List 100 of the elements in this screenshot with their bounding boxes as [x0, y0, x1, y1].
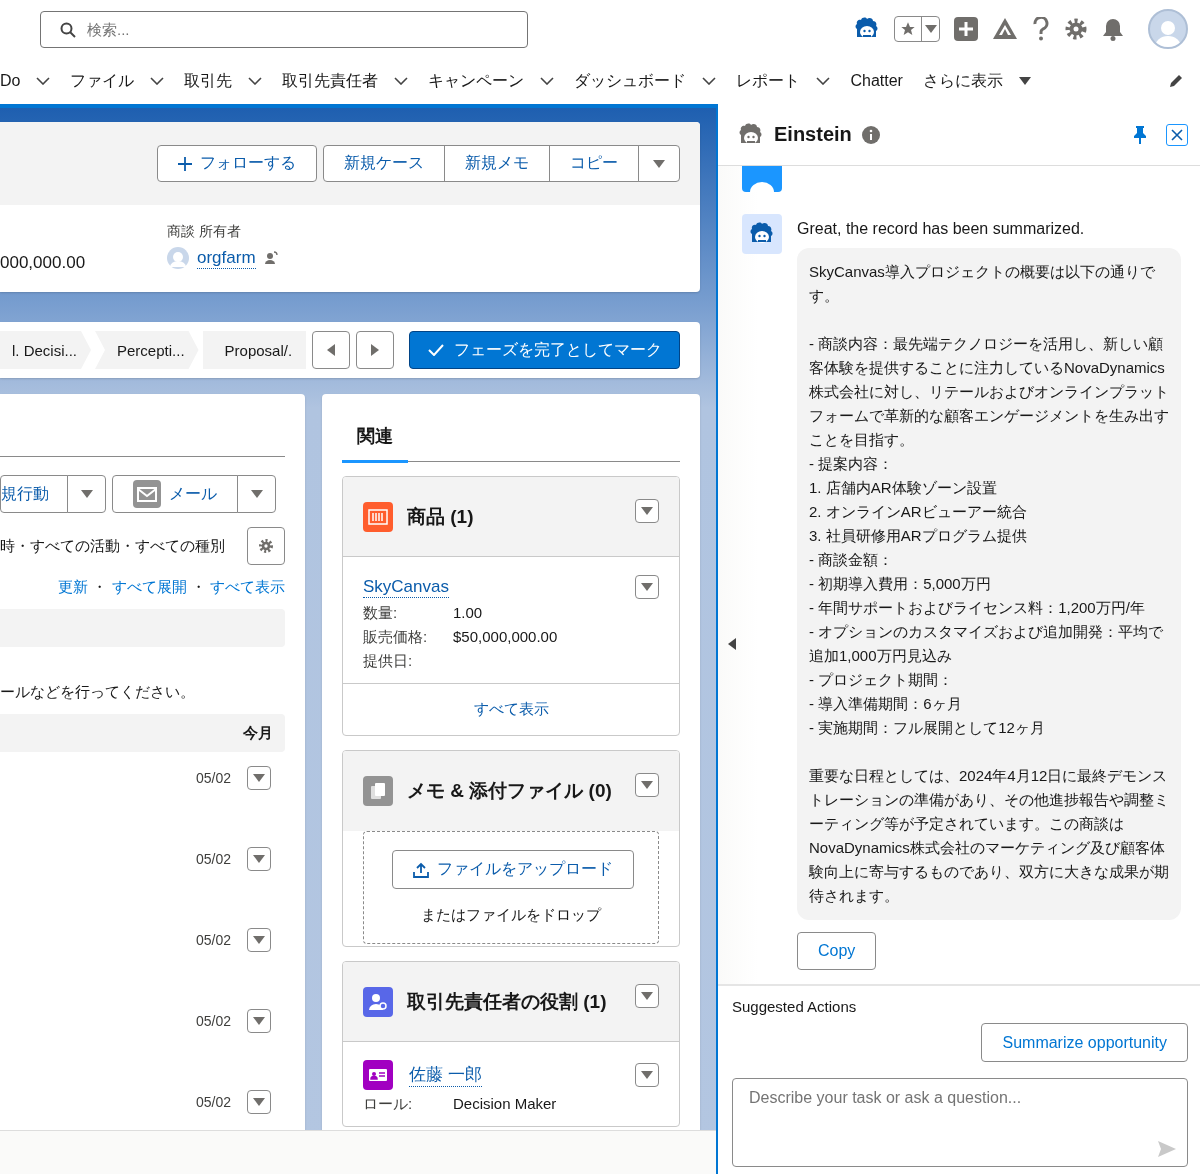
- nav-tab[interactable]: Chatter: [850, 58, 903, 104]
- previous-button[interactable]: [312, 331, 351, 369]
- dropdown-button[interactable]: [237, 475, 276, 513]
- field-label: 提供日:: [363, 651, 414, 671]
- pencil-icon[interactable]: [1168, 73, 1184, 89]
- link[interactable]: 更新: [58, 578, 89, 595]
- card-title: 取引先責任者の役割 (1): [407, 989, 607, 1014]
- favorites-button[interactable]: [894, 16, 940, 42]
- nav-tab[interactable]: さらに表示: [922, 58, 1031, 104]
- caret-down-icon: [253, 1016, 265, 1025]
- help-icon[interactable]: [1032, 17, 1050, 41]
- action-button[interactable]: 新規メモ: [444, 145, 550, 182]
- record-link[interactable]: 佐藤 一郎: [409, 1063, 482, 1087]
- caret-down-icon: [641, 991, 653, 1000]
- owner-link[interactable]: orgfarm: [197, 247, 256, 269]
- copy-button[interactable]: Copy: [797, 932, 877, 970]
- follow-button[interactable]: フォローする: [157, 145, 317, 182]
- action-button[interactable]: 新規ケース: [323, 145, 445, 182]
- group-label: 今月: [243, 723, 273, 743]
- caret-down-icon: [80, 490, 93, 498]
- activity-date: 05/02: [195, 850, 231, 867]
- caret-down-icon: [253, 935, 265, 944]
- next-button[interactable]: [356, 331, 395, 369]
- info-icon[interactable]: [861, 125, 880, 144]
- summary-line: 2. オンラインARビューアー統合: [809, 502, 1028, 522]
- activity-button[interactable]: メール: [112, 475, 238, 513]
- amount-value: 000,000.00: [0, 253, 87, 273]
- link[interactable]: すべて展開: [111, 578, 187, 595]
- settings-icon: [258, 538, 274, 554]
- settings-icon[interactable]: [1064, 17, 1088, 41]
- drop-hint: またはファイルをドロップ: [420, 906, 603, 925]
- summary-line: - プロジェクト期間：: [809, 670, 955, 690]
- caret-left-icon: [327, 344, 336, 356]
- collapse-icon[interactable]: [728, 638, 736, 650]
- dropdown-button[interactable]: [635, 575, 659, 599]
- prompt-field[interactable]: Describe your task or ask a question...: [732, 1078, 1188, 1167]
- dropdown-button[interactable]: [635, 773, 659, 797]
- search-field[interactable]: 検索...: [40, 10, 528, 48]
- close-icon: [1171, 128, 1183, 141]
- field-label: ロール:: [363, 1094, 414, 1114]
- dropdown-button[interactable]: [635, 1063, 659, 1087]
- path-stage[interactable]: Proposal/.: [202, 331, 307, 369]
- nav-tab[interactable]: 取引先: [184, 58, 263, 104]
- summary-line: - 商談金額：: [809, 550, 895, 570]
- activity-date: 05/02: [195, 1012, 231, 1029]
- more-actions-button[interactable]: [638, 145, 680, 182]
- nav-tab[interactable]: 取引先責任者: [282, 58, 409, 104]
- summary-line: - 実施期間：フル展開として12ヶ月: [809, 718, 1046, 738]
- section-label: Suggested Actions: [732, 998, 858, 1015]
- dropdown-button[interactable]: [247, 765, 271, 790]
- field-value: 1.00: [453, 603, 483, 623]
- pin-icon[interactable]: [1134, 125, 1146, 144]
- link[interactable]: すべて表示: [210, 578, 285, 595]
- documents-icon: [363, 776, 393, 806]
- mountain-icon[interactable]: [992, 17, 1018, 41]
- summary-paragraph: 重要な日程としては、2024年4月12日に最終デモンストレーションの準備があり、その他進捗報告や調整ミーティング等が予定されています。この商談はNovaDynamics株式会社のマーケティング及び顧客体験向上に寄与するものであり、双方に大きな成果が期待されます。: [809, 766, 1169, 906]
- nav-tab[interactable]: Do: [0, 58, 51, 104]
- caret-down-icon: [253, 1097, 265, 1106]
- mark-complete-button[interactable]: フェーズを完了としてマーク: [409, 331, 680, 369]
- upload-button[interactable]: ファイルをアップロード: [392, 850, 634, 889]
- view-all-link[interactable]: すべて表示: [473, 700, 549, 717]
- id-card-icon: [363, 1060, 393, 1090]
- dropdown-button[interactable]: [247, 1008, 271, 1033]
- settings-button[interactable]: [247, 527, 285, 565]
- caret-down-icon: [641, 506, 653, 515]
- summary-line: 1. 店舗内AR体験ゾーン設置: [809, 478, 998, 498]
- dropdown-button[interactable]: [635, 983, 659, 1008]
- action-button[interactable]: コピー: [549, 145, 639, 182]
- dropdown-button[interactable]: [247, 1089, 271, 1114]
- caret-down-icon: [641, 1071, 653, 1079]
- summary-line: - 初期導入費用：5,000万円: [809, 574, 992, 594]
- record-link[interactable]: SkyCanvas: [363, 576, 449, 598]
- caret-down-icon: [250, 490, 263, 498]
- activity-date: 05/02: [195, 769, 231, 786]
- activity-button[interactable]: 規行動: [0, 475, 68, 513]
- chevron-down-icon: [816, 77, 831, 85]
- dropdown-button[interactable]: [247, 846, 271, 871]
- add-icon[interactable]: [954, 17, 978, 41]
- summary-line: 3. 社員研修用ARプログラム提供: [809, 526, 1028, 546]
- bell-icon[interactable]: [1102, 17, 1124, 41]
- change-owner-icon[interactable]: [263, 251, 278, 265]
- close-button[interactable]: [1166, 123, 1188, 146]
- chevron-down-icon: [36, 77, 51, 85]
- nav-tab[interactable]: レポート: [736, 58, 831, 104]
- nav-tab[interactable]: ダッシュボード: [574, 58, 717, 104]
- dropdown-button[interactable]: [247, 927, 271, 952]
- related-tab[interactable]: 関連: [342, 420, 408, 463]
- summary-paragraph: SkyCanvas導入プロジェクトの概要は以下の通りです。: [809, 262, 1156, 306]
- dropdown-button[interactable]: [67, 475, 106, 513]
- field-label: 数量:: [363, 603, 399, 623]
- caret-down-icon: [641, 781, 653, 789]
- caret-right-icon: [371, 344, 380, 356]
- dropdown-button[interactable]: [635, 498, 659, 523]
- suggestion-button[interactable]: Summarize opportunity: [981, 1023, 1188, 1062]
- path-stage[interactable]: l. Decisi...: [0, 331, 91, 369]
- chevron-down-icon: [248, 77, 263, 85]
- nav-tab[interactable]: ファイル: [70, 58, 165, 104]
- path-stage[interactable]: Percepti...: [95, 331, 199, 369]
- caret-down-icon: [924, 25, 937, 33]
- nav-tab[interactable]: キャンペーン: [428, 58, 555, 104]
